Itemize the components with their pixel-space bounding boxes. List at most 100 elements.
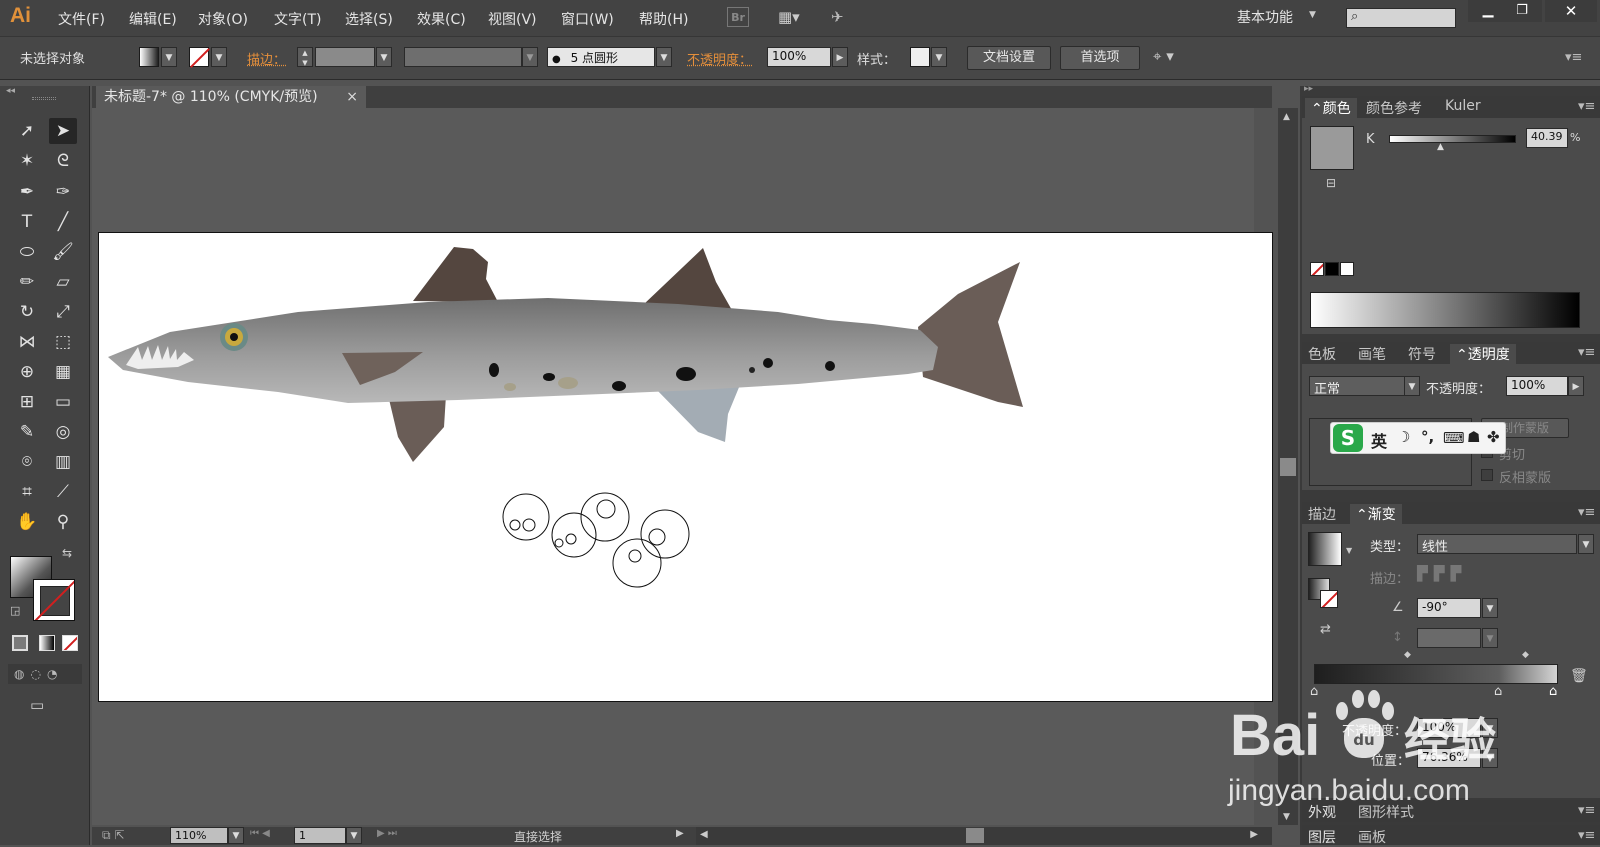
black-swatch[interactable] bbox=[1325, 262, 1339, 276]
stroke-weight-dropdown[interactable]: ▼ bbox=[376, 47, 392, 67]
ime-toolbar[interactable]: S 英 ☽ °, ⌨ ☗ ✤ bbox=[1330, 422, 1506, 454]
curvature-tool-icon[interactable]: ✑ bbox=[49, 179, 77, 205]
gradient-panel-menu-icon[interactable]: ▾≡ bbox=[1578, 505, 1595, 520]
selection-tool-icon[interactable]: ➚ bbox=[13, 118, 41, 144]
menu-window[interactable]: 窗口(W) bbox=[561, 9, 614, 29]
brush-dropdown-arrow[interactable]: ▼ bbox=[656, 47, 672, 67]
tab-color-guide[interactable]: 颜色参考 bbox=[1366, 98, 1422, 118]
opacity-input[interactable]: 100% bbox=[767, 47, 831, 67]
gradient-slider[interactable] bbox=[1314, 664, 1558, 684]
stroke-weight-input[interactable] bbox=[315, 47, 375, 67]
invert-mask-checkbox[interactable] bbox=[1481, 469, 1493, 481]
dorsal-fin-front[interactable] bbox=[413, 247, 498, 302]
fill-dropdown-arrow[interactable]: ▼ bbox=[161, 47, 177, 67]
gradient-midpoint-1[interactable]: ◆ bbox=[1404, 650, 1411, 660]
drawing-modes[interactable]: ◍◌◔ bbox=[8, 664, 82, 684]
brush-definition[interactable]: ● 5 点圆形 bbox=[547, 47, 655, 67]
direct-selection-tool-icon[interactable]: ➤ bbox=[49, 118, 77, 144]
gradient-tool-icon[interactable]: ▭ bbox=[49, 389, 77, 415]
status-menu-arrow[interactable]: ▶ bbox=[676, 828, 684, 839]
magic-wand-tool-icon[interactable]: ✶ bbox=[13, 148, 41, 174]
pelvic-fin[interactable] bbox=[388, 395, 446, 462]
k-value-input[interactable]: 40.39 bbox=[1526, 128, 1568, 148]
opacity-label[interactable]: 不透明度： bbox=[687, 49, 752, 68]
rotate-tool-icon[interactable]: ↻ bbox=[13, 299, 41, 325]
none-swatch[interactable] bbox=[1310, 262, 1324, 276]
zoom-input[interactable]: 110% bbox=[170, 827, 228, 844]
variable-width-profile[interactable] bbox=[404, 47, 522, 67]
opacity-slider-arrow[interactable]: ▶ bbox=[832, 47, 848, 67]
free-transform-tool-icon[interactable]: ⬚ bbox=[49, 329, 77, 355]
menu-edit[interactable]: 编辑(E) bbox=[129, 9, 177, 29]
stroke-label[interactable]: 描边： bbox=[247, 49, 286, 68]
pencil-tool-icon[interactable]: ✏ bbox=[13, 269, 41, 295]
gradient-preview[interactable] bbox=[1308, 532, 1342, 566]
stroke-color-box[interactable] bbox=[33, 579, 75, 621]
menu-effect[interactable]: 效果(C) bbox=[417, 9, 466, 29]
stroke-swatch[interactable] bbox=[189, 47, 210, 68]
gradient-type-dropdown[interactable]: ▼ bbox=[1578, 534, 1594, 554]
ime-user-icon[interactable]: ☗ bbox=[1467, 428, 1480, 446]
search-input[interactable]: ⌕ bbox=[1346, 8, 1456, 28]
artboard-tool-icon[interactable]: ⌗ bbox=[13, 479, 41, 505]
tab-stroke[interactable]: 描边 bbox=[1308, 504, 1336, 524]
control-bar-menu-icon[interactable]: ▾≡ bbox=[1565, 50, 1582, 65]
slice-tool-icon[interactable]: ⟋ bbox=[49, 479, 77, 505]
ime-logo[interactable]: S bbox=[1333, 424, 1363, 452]
ellipse-tool-icon[interactable]: ⬭ bbox=[13, 239, 41, 265]
bridge-button[interactable]: Br bbox=[727, 7, 749, 27]
ime-punctuation-icon[interactable]: °, bbox=[1421, 428, 1434, 446]
stroke-gradient-modes[interactable]: ▛▛▛ bbox=[1417, 566, 1501, 588]
collapse-toolbox-icon[interactable]: ◂◂ bbox=[6, 86, 15, 96]
gradient-preset-dropdown[interactable]: ▼ bbox=[1346, 546, 1352, 555]
tab-swatches[interactable]: 色板 bbox=[1308, 344, 1336, 364]
transparency-opacity-arrow[interactable]: ▶ bbox=[1568, 376, 1584, 396]
tab-symbols[interactable]: 符号 bbox=[1408, 344, 1436, 364]
gradient-aspect-dropdown[interactable]: ▼ bbox=[1482, 628, 1498, 648]
reverse-gradient-icon[interactable]: ⇄ bbox=[1320, 622, 1331, 637]
transparency-opacity-input[interactable]: 100% bbox=[1506, 376, 1568, 396]
scroll-up-arrow[interactable]: ▲ bbox=[1283, 112, 1290, 122]
workspace-switcher[interactable]: 基本功能 bbox=[1237, 7, 1293, 27]
eraser-tool-icon[interactable]: ▱ bbox=[49, 269, 77, 295]
arrange-documents-icon[interactable]: ▦▾ bbox=[778, 8, 800, 26]
ime-keyboard-icon[interactable]: ⌨ bbox=[1443, 429, 1465, 447]
transparency-panel-menu-icon[interactable]: ▾≡ bbox=[1578, 345, 1595, 360]
close-tab-icon[interactable]: × bbox=[346, 86, 358, 108]
blend-tool-icon[interactable]: ◎ bbox=[49, 419, 77, 445]
swap-fill-stroke-icon[interactable]: ⇆ bbox=[62, 546, 72, 560]
mesh-tool-icon[interactable]: ⊞ bbox=[13, 389, 41, 415]
scale-tool-icon[interactable]: ⤢ bbox=[49, 299, 77, 325]
perspective-grid-tool-icon[interactable]: ▦ bbox=[49, 359, 77, 385]
close-window-button[interactable]: ✕ bbox=[1545, 0, 1597, 22]
artboard-dropdown[interactable]: ▼ bbox=[346, 827, 362, 844]
restore-button[interactable]: ❐ bbox=[1502, 0, 1542, 22]
preferences-button[interactable]: 首选项 bbox=[1060, 46, 1140, 70]
white-swatch[interactable] bbox=[1340, 262, 1354, 276]
screen-mode-icon[interactable]: ▭ bbox=[30, 696, 44, 714]
zoom-dropdown[interactable]: ▼ bbox=[228, 827, 244, 844]
bubbles[interactable] bbox=[502, 492, 690, 588]
gradient-type-select[interactable]: 线性 bbox=[1417, 534, 1577, 554]
horizontal-scrollbar[interactable]: ◀ ▶ bbox=[696, 827, 1272, 845]
sync-settings-icon[interactable]: ✈ bbox=[831, 8, 844, 26]
menu-object[interactable]: 对象(O) bbox=[198, 9, 248, 29]
h-scroll-thumb[interactable] bbox=[966, 828, 984, 843]
menu-file[interactable]: 文件(F) bbox=[58, 9, 105, 29]
first-artboard-icon[interactable]: ⏮ ◀ bbox=[250, 828, 270, 839]
color-mode-icon[interactable] bbox=[12, 635, 28, 651]
width-tool-icon[interactable]: ⋈ bbox=[13, 329, 41, 355]
paintbrush-tool-icon[interactable]: 🖌 bbox=[49, 239, 77, 265]
k-slider-track[interactable]: ▲ bbox=[1389, 135, 1516, 152]
stroke-weight-stepper[interactable]: ▲ ▼ bbox=[297, 47, 313, 67]
gradient-aspect-input[interactable] bbox=[1417, 628, 1481, 648]
barracuda-illustration[interactable] bbox=[98, 232, 1273, 702]
menu-select[interactable]: 选择(S) bbox=[345, 9, 393, 29]
tab-gradient[interactable]: ⌃渐变 bbox=[1350, 504, 1402, 524]
scroll-left-arrow[interactable]: ◀ bbox=[700, 829, 708, 840]
color-spectrum-bar[interactable] bbox=[1310, 292, 1580, 328]
tab-kuler[interactable]: Kuler bbox=[1445, 98, 1481, 114]
stroke-dropdown-arrow[interactable]: ▼ bbox=[211, 47, 227, 67]
symbol-sprayer-tool-icon[interactable]: ⌾ bbox=[13, 449, 41, 475]
dorsal-fin-rear[interactable] bbox=[643, 248, 733, 312]
